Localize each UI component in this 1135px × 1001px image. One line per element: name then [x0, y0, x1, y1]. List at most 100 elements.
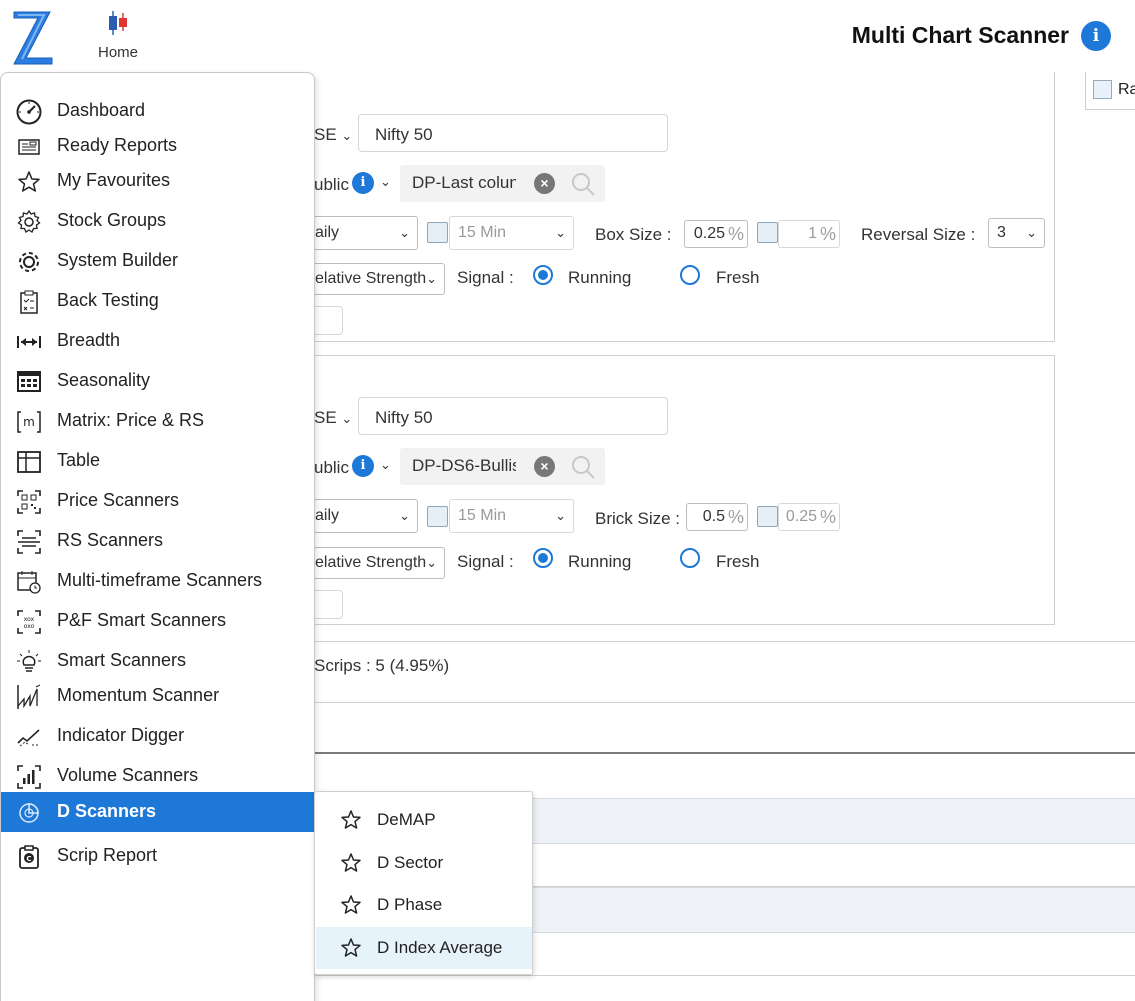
fresh-radio[interactable] [680, 265, 700, 285]
timeframe-select[interactable]: aily ⌄ [306, 499, 418, 533]
table-row-divider [300, 975, 1135, 976]
alt-size-input[interactable]: 0.25% [778, 503, 840, 531]
signal-label: Signal : [457, 552, 514, 571]
strength-select[interactable]: elative Strength ⌄ [306, 263, 445, 295]
search-icon[interactable] [570, 454, 596, 480]
submenu-item-label: D Index Average [377, 938, 503, 957]
sidebar-item-label: P&F Smart Scanners [57, 610, 227, 630]
sidebar-item-my-favourites[interactable]: My Favourites [1, 161, 314, 201]
search-icon[interactable] [570, 171, 596, 197]
submenu-item-d-index-average[interactable]: D Index Average [316, 927, 532, 969]
sidebar-item-pf-smart-scanners[interactable]: xox oxo P&F Smart Scanners [1, 601, 314, 641]
sidebar-item-label: Smart Scanners [57, 650, 187, 670]
sidebar-item-label: Price Scanners [57, 490, 180, 510]
star-icon[interactable] [340, 809, 362, 831]
running-radio[interactable] [533, 548, 553, 568]
chevron-down-icon[interactable]: ⌄ [380, 174, 391, 190]
scan-name-text: DP-Last colun [412, 173, 516, 192]
sidebar-item-label: Dashboard [57, 100, 146, 120]
info-icon[interactable]: i [352, 172, 374, 194]
star-icon[interactable] [340, 894, 362, 916]
brick-size-input[interactable]: 0.5% [686, 503, 748, 531]
index-field[interactable]: Nifty 50 [358, 397, 668, 435]
scan-name-chip[interactable]: DP-Last colun × [400, 165, 605, 202]
sidebar-item-label: Volume Scanners [57, 765, 199, 785]
sidebar-item-smart-scanners[interactable]: Smart Scanners [1, 641, 314, 681]
sidebar-item-dashboard[interactable]: Dashboard [1, 91, 314, 131]
star-icon[interactable] [340, 852, 362, 874]
sidebar-item-breadth[interactable]: Breadth [1, 321, 314, 361]
strength-select[interactable]: elative Strength ⌄ [306, 547, 445, 579]
bulb-icon [16, 649, 42, 675]
sidebar-item-label: RS Scanners [57, 530, 164, 550]
interval-select[interactable]: 15 Min ⌄ [449, 499, 574, 533]
matrix-icon: m [16, 409, 42, 435]
option-checkbox[interactable] [1093, 80, 1112, 99]
index-value: Nifty 50 [375, 125, 433, 144]
sidebar-item-label: Scrip Report [57, 845, 158, 865]
running-label: Running [568, 552, 632, 571]
alt-size-checkbox[interactable] [757, 222, 778, 243]
sidebar-item-table[interactable]: Table [1, 441, 314, 481]
momentum-icon [16, 684, 42, 710]
chevron-down-icon: ⌄ [399, 508, 410, 523]
box-size-input[interactable]: 0.25% [684, 220, 748, 248]
info-icon[interactable]: i [1081, 21, 1111, 51]
alt-size-input[interactable]: 1% [778, 220, 840, 248]
clear-icon[interactable]: × [534, 173, 555, 194]
sidebar-item-stock-groups[interactable]: Stock Groups [1, 201, 314, 241]
sidebar-item-label: D Scanners [57, 801, 157, 821]
sidebar-item-system-builder[interactable]: System Builder [1, 241, 314, 281]
sidebar-item-indicator-digger[interactable]: Indicator Digger [1, 716, 314, 756]
exchange-select[interactable]: SE ⌄ [314, 125, 352, 145]
submenu-item-demap[interactable]: DeMAP [316, 799, 532, 841]
volume-bars-icon [16, 764, 42, 790]
sidebar-item-d-scanners[interactable]: D Scanners [1, 792, 314, 832]
interval-checkbox[interactable] [427, 506, 448, 527]
divider [300, 702, 1135, 703]
running-radio[interactable] [533, 265, 553, 285]
visibility-label: ublic [314, 458, 349, 477]
interval-checkbox[interactable] [427, 222, 448, 243]
brick-size-label: Brick Size : [595, 509, 681, 528]
exchange-select[interactable]: SE ⌄ [314, 408, 352, 428]
sidebar-item-multi-timeframe-scanners[interactable]: Multi-timeframe Scanners [1, 561, 314, 601]
interval-select[interactable]: 15 Min ⌄ [449, 216, 574, 250]
chevron-down-icon: ⌄ [1026, 225, 1037, 240]
info-icon[interactable]: i [352, 455, 374, 477]
signal-label: Signal : [457, 268, 514, 287]
sidebar-item-ready-reports[interactable]: Ready Reports [1, 126, 314, 166]
scan-name-chip[interactable]: DP-DS6-Bullis × [400, 448, 605, 485]
fresh-radio[interactable] [680, 548, 700, 568]
submenu-item-d-phase[interactable]: D Phase [316, 884, 532, 926]
divider [300, 641, 1135, 642]
clipboard-icon [16, 289, 42, 315]
app-logo[interactable] [10, 8, 56, 66]
sidebar-item-seasonality[interactable]: Seasonality [1, 361, 314, 401]
chevron-down-icon[interactable]: ⌄ [380, 457, 391, 473]
alt-size-checkbox[interactable] [757, 506, 778, 527]
sidebar-item-label: Back Testing [57, 290, 159, 310]
scanner-panel-2 [300, 355, 1055, 625]
reversal-size-select[interactable]: 3 ⌄ [988, 218, 1045, 248]
sidebar-item-volume-scanners[interactable]: Volume Scanners [1, 756, 314, 796]
timeframe-select[interactable]: aily ⌄ [306, 216, 418, 250]
sidebar-item-scrip-report[interactable]: C Scrip Report [1, 836, 314, 876]
sidebar-item-momentum-scanner[interactable]: Momentum Scanner [1, 676, 314, 716]
percent-sign: % [819, 224, 836, 244]
submenu-item-d-sector[interactable]: D Sector [316, 842, 532, 884]
sidebar-item-price-scanners[interactable]: Price Scanners [1, 481, 314, 521]
clear-icon[interactable]: × [534, 456, 555, 477]
sidebar-item-matrix-price-rs[interactable]: m Matrix: Price & RS [1, 401, 314, 441]
sidebar-item-back-testing[interactable]: Back Testing [1, 281, 314, 321]
sidebar-item-rs-scanners[interactable]: RS Scanners [1, 521, 314, 561]
index-field[interactable]: Nifty 50 [358, 114, 668, 152]
reversal-size-label: Reversal Size : [861, 225, 976, 244]
star-icon[interactable] [340, 937, 362, 959]
home-button[interactable]: Home [90, 8, 146, 64]
home-label: Home [97, 44, 138, 61]
sidebar-item-label: Momentum Scanner [57, 685, 220, 705]
sidebar-item-label: Indicator Digger [57, 725, 185, 745]
sidebar-item-label: System Builder [57, 250, 179, 270]
box-size-label: Box Size : [595, 225, 672, 244]
